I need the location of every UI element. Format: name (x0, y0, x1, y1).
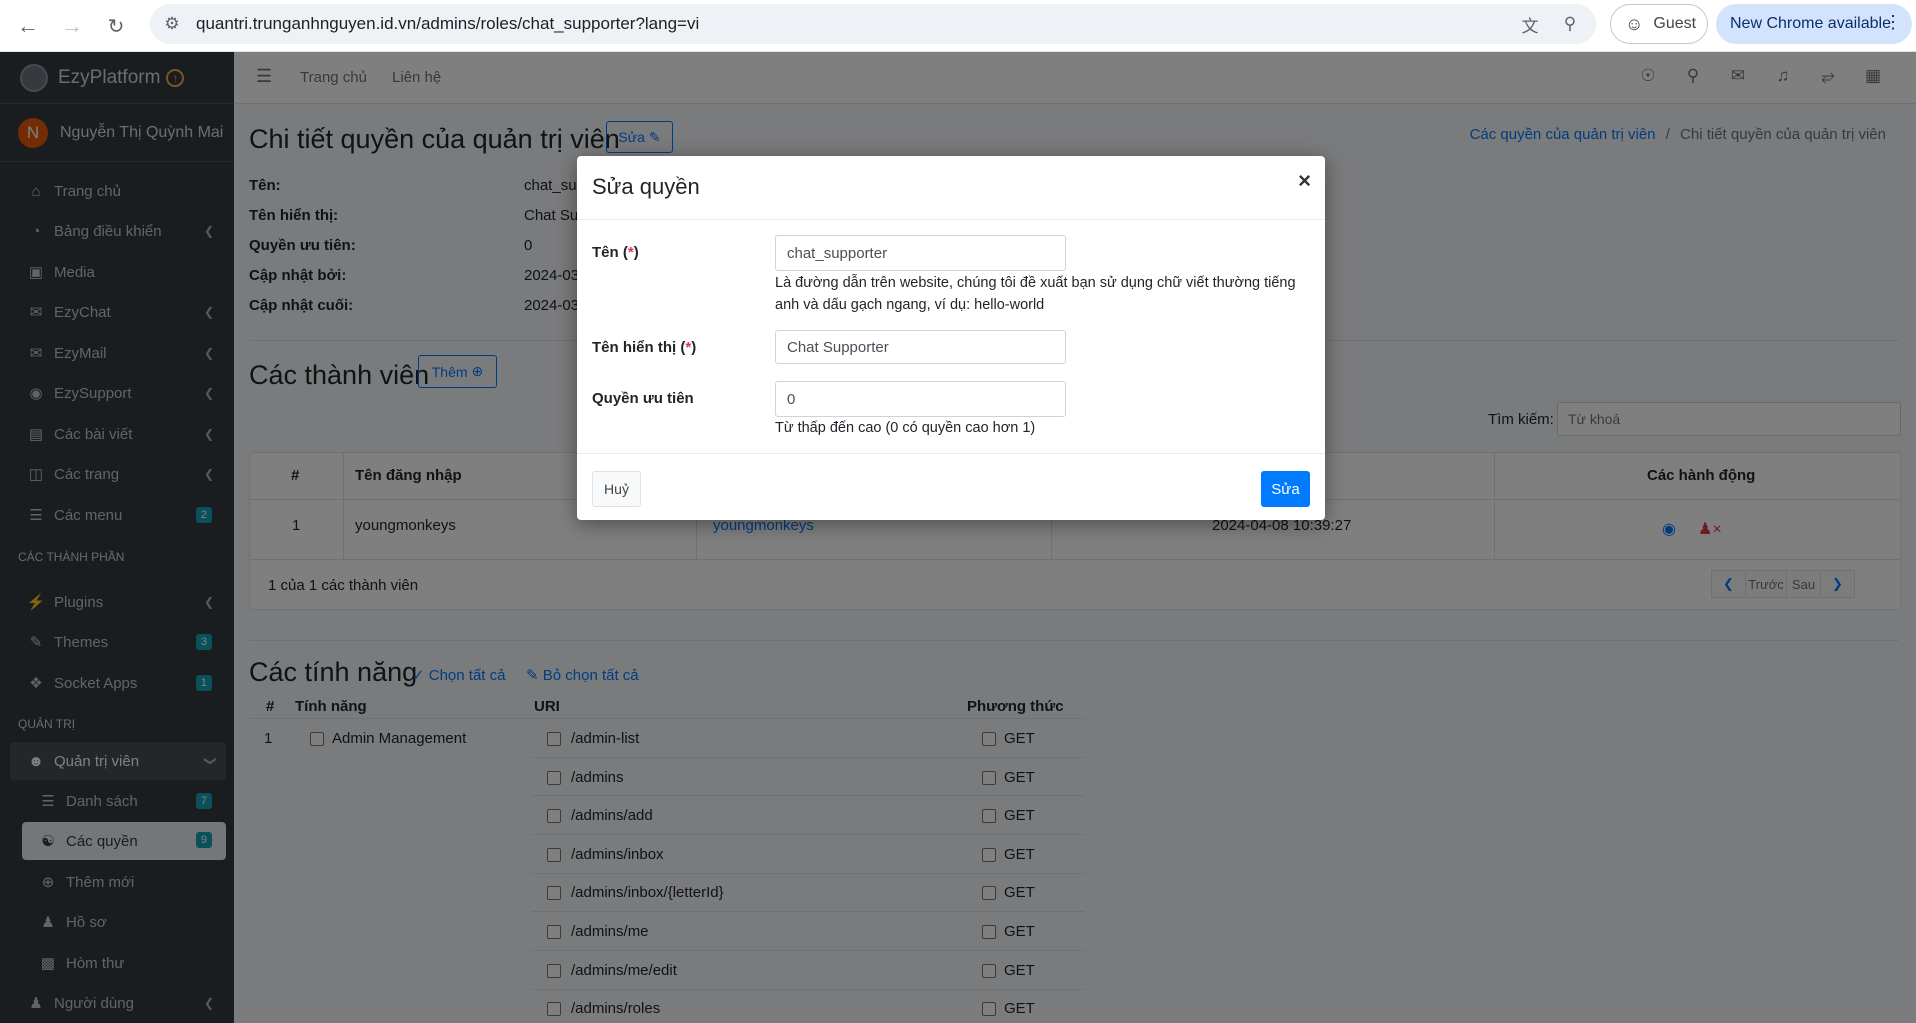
profile-button[interactable]: ☺ Guest (1610, 4, 1708, 44)
required-mark: * (685, 339, 692, 356)
name-label-text: Tên (592, 244, 619, 261)
site-info-icon[interactable]: ⚙ (154, 4, 190, 44)
forward-icon[interactable]: → (54, 8, 90, 44)
url-text[interactable]: quantri.trunganhnguyen.id.vn/admins/role… (196, 4, 699, 44)
back-icon[interactable]: ← (10, 8, 46, 44)
translate-icon[interactable]: 文 (1512, 4, 1548, 44)
divider (577, 219, 1325, 220)
more-icon[interactable]: ⋮ (1884, 12, 1902, 33)
edit-role-modal: Sửa quyền × Tên (*) Là đường dẫn trên we… (577, 156, 1325, 520)
modal-title: Sửa quyền (592, 174, 700, 199)
display-name-label-text: Tên hiển thị (592, 339, 677, 356)
name-help-text: Là đường dẫn trên website, chúng tôi đề … (775, 275, 1296, 313)
cancel-button[interactable]: Huỷ (592, 471, 641, 507)
update-chrome-button[interactable]: New Chrome available ⋮ (1716, 4, 1912, 44)
required-mark: * (627, 244, 634, 261)
profile-label: Guest (1653, 15, 1697, 32)
priority-label: Quyền ưu tiên (592, 390, 694, 407)
save-button[interactable]: Sửa (1261, 471, 1310, 507)
profile-icon: ☺ (1625, 13, 1644, 34)
priority-field[interactable] (775, 381, 1066, 417)
update-label: New Chrome available (1730, 15, 1891, 32)
priority-help-text: Từ thấp đến cao (0 có quyền cao hơn 1) (775, 420, 1036, 436)
reload-icon[interactable]: ↻ (98, 8, 134, 44)
name-field[interactable] (775, 235, 1066, 271)
name-label: Tên (*) (592, 244, 639, 261)
display-name-label: Tên hiển thị (*) (592, 339, 697, 356)
display-name-field[interactable] (775, 330, 1066, 364)
zoom-icon[interactable]: ⚲ (1552, 4, 1588, 44)
address-bar[interactable]: ⚙ quantri.trunganhnguyen.id.vn/admins/ro… (150, 4, 1596, 44)
divider (577, 453, 1325, 454)
browser-toolbar: ← → ↻ ⚙ quantri.trunganhnguyen.id.vn/adm… (0, 0, 1916, 52)
close-icon[interactable]: × (1298, 168, 1311, 194)
